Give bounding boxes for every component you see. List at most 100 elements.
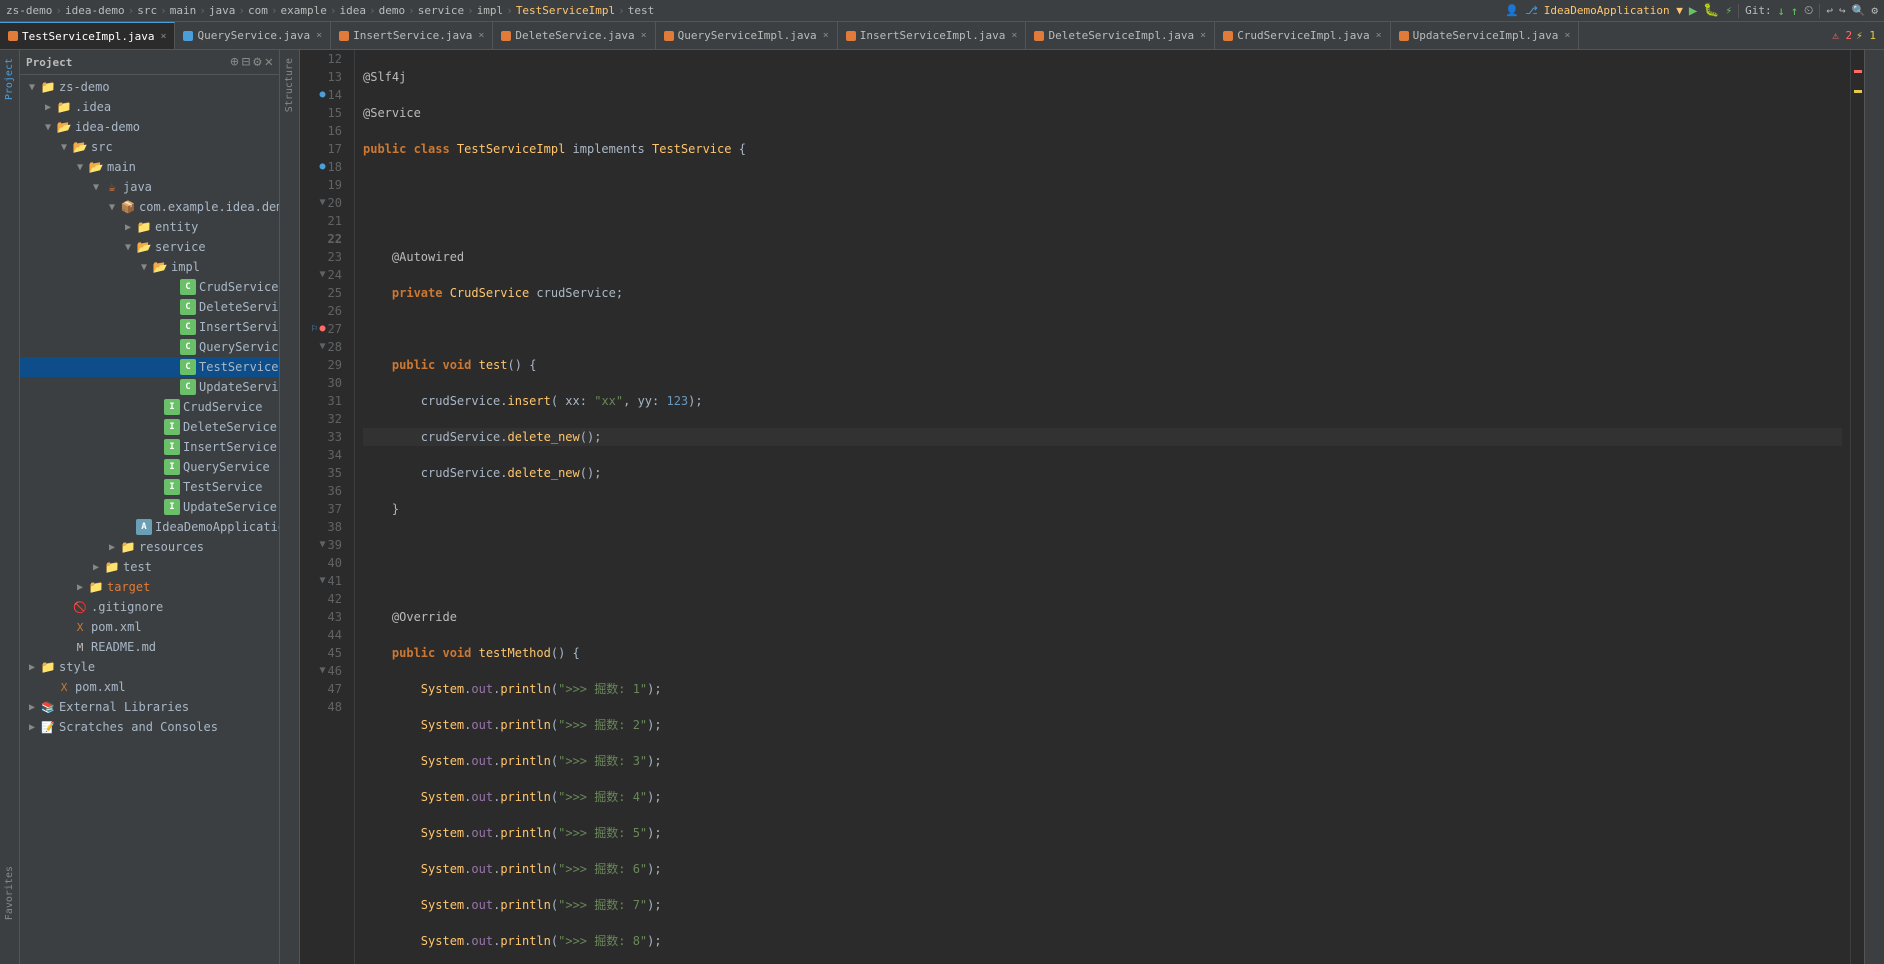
tree-item-insertservice[interactable]: ▶ I InsertService xyxy=(20,437,279,457)
tree-item-testserviceimpl[interactable]: ▶ C TestServiceImpl xyxy=(20,357,279,377)
tab-queryservice[interactable]: QueryService.java × xyxy=(175,22,331,49)
undo-button[interactable]: ↩ xyxy=(1826,4,1833,17)
tree-item-idea[interactable]: ▶ 📁 .idea xyxy=(20,97,279,117)
code-editor-content[interactable]: @Slf4j @Service public class TestService… xyxy=(355,50,1850,964)
tab-close-button[interactable]: × xyxy=(1376,30,1382,41)
tab-queryserviceimpl[interactable]: QueryServiceImpl.java × xyxy=(656,22,838,49)
user-icon[interactable]: 👤 xyxy=(1505,4,1519,17)
tab-close-button[interactable]: × xyxy=(160,31,166,42)
tab-deleteservice[interactable]: DeleteService.java × xyxy=(493,22,655,49)
tree-item-updateservice[interactable]: ▶ I UpdateService xyxy=(20,497,279,517)
tab-crudserviceimpl[interactable]: CrudServiceImpl.java × xyxy=(1215,22,1390,49)
editor-right-gutter xyxy=(1850,50,1864,964)
md-icon: M xyxy=(72,639,88,655)
project-tool-button[interactable]: Project xyxy=(2,54,17,104)
git-push-button[interactable]: ↑ xyxy=(1791,4,1798,18)
fold-marker-39[interactable]: ▼ xyxy=(320,536,326,554)
tree-item-deleteservice[interactable]: ▶ I DeleteService xyxy=(20,417,279,437)
sidebar-collapse-button[interactable]: ⊟ xyxy=(242,54,250,70)
tab-deleteserviceimpl[interactable]: DeleteServiceImpl.java × xyxy=(1026,22,1215,49)
java-file-icon xyxy=(664,31,674,41)
tree-item-testservice[interactable]: ▶ I TestService xyxy=(20,477,279,497)
tree-item-pom-xml[interactable]: ▶ X pom.xml xyxy=(20,617,279,637)
tree-item-com-example[interactable]: ▼ 📦 com.example.idea.demo xyxy=(20,197,279,217)
tree-item-impl[interactable]: ▼ 📂 impl xyxy=(20,257,279,277)
tab-close-button[interactable]: × xyxy=(316,30,322,41)
tab-close-button[interactable]: × xyxy=(1011,30,1017,41)
java-file-icon xyxy=(1223,31,1233,41)
sidebar-settings-button[interactable]: ⚙ xyxy=(253,54,261,70)
redo-button[interactable]: ↪ xyxy=(1839,4,1846,17)
tree-item-java[interactable]: ▼ ☕ java xyxy=(20,177,279,197)
tree-item-insertserviceimpl[interactable]: ▶ C InsertServiceImpl xyxy=(20,317,279,337)
tree-item-crudservice[interactable]: ▶ I CrudService xyxy=(20,397,279,417)
search-button[interactable]: 🔍 xyxy=(1852,4,1866,17)
tree-item-readme[interactable]: ▶ M README.md xyxy=(20,637,279,657)
tab-insertservice[interactable]: InsertService.java × xyxy=(331,22,493,49)
tab-close-button[interactable]: × xyxy=(823,30,829,41)
tab-updateserviceimpl[interactable]: UpdateServiceImpl.java × xyxy=(1391,22,1580,49)
tab-close-button[interactable]: × xyxy=(641,30,647,41)
tree-item-idea-demo[interactable]: ▼ 📂 idea-demo xyxy=(20,117,279,137)
tree-item-gitignore[interactable]: ▶ 🚫 .gitignore xyxy=(20,597,279,617)
code-line-34: System.out.println(">>> 掘数: 6"); xyxy=(363,860,1842,878)
tree-item-service[interactable]: ▼ 📂 service xyxy=(20,237,279,257)
folder-open-icon: 📂 xyxy=(88,159,104,175)
tree-item-queryserviceimpl[interactable]: ▶ C QueryServiceImpl xyxy=(20,337,279,357)
tree-item-target[interactable]: ▶ 📁 target xyxy=(20,577,279,597)
tree-item-scratches-consoles[interactable]: ▶ 📝 Scratches and Consoles xyxy=(20,717,279,737)
git-label: Git: xyxy=(1745,4,1772,17)
tree-item-external-libraries[interactable]: ▶ 📚 External Libraries xyxy=(20,697,279,717)
tree-item-entity[interactable]: ▶ 📁 entity xyxy=(20,217,279,237)
tree-item-zs-demo[interactable]: ▼ 📁 zs-demo xyxy=(20,77,279,97)
tab-close-button[interactable]: × xyxy=(1564,30,1570,41)
tree-item-updateserviceimpl[interactable]: ▶ C UpdateServiceImpl xyxy=(20,377,279,397)
settings-button[interactable]: ⚙ xyxy=(1871,4,1878,17)
code-line-28: public void testMethod() { xyxy=(363,644,1842,662)
tree-item-main[interactable]: ▼ 📂 main xyxy=(20,157,279,177)
tree-item-crudserviceimpl[interactable]: ▶ C CrudServiceImpl xyxy=(20,277,279,297)
tree-item-ideademoapplication[interactable]: ▶ A IdeaDemoApplication xyxy=(20,517,279,537)
fold-marker-28[interactable]: ▼ xyxy=(320,338,326,356)
code-line-30: System.out.println(">>> 掘数: 2"); xyxy=(363,716,1842,734)
tab-testserviceimpl[interactable]: TestServiceImpl.java × xyxy=(0,22,175,49)
tree-item-src[interactable]: ▼ 📂 src xyxy=(20,137,279,157)
tree-item-resources[interactable]: ▶ 📁 resources xyxy=(20,537,279,557)
fold-marker-24[interactable]: ▼ xyxy=(320,266,326,284)
interface-icon: I xyxy=(164,459,180,475)
folder-icon: 📁 xyxy=(40,79,56,95)
fold-marker-46[interactable]: ▼ xyxy=(320,662,326,680)
vcs-icon[interactable]: ⎇ xyxy=(1525,4,1538,17)
run-button[interactable]: ▶ xyxy=(1689,3,1697,19)
sidebar-new-button[interactable]: ⊕ xyxy=(230,54,238,70)
tree-item-queryservice[interactable]: ▶ I QueryService xyxy=(20,457,279,477)
git-history-button[interactable]: ⏲ xyxy=(1804,3,1813,18)
class-icon: C xyxy=(180,339,196,355)
app-selector[interactable]: IdeaDemoApplication ▼ xyxy=(1544,4,1683,17)
tree-item-style[interactable]: ▶ 📁 style xyxy=(20,657,279,677)
sidebar-title: Project xyxy=(26,56,72,69)
structure-tool-button[interactable]: Structure xyxy=(282,54,297,116)
git-update-button[interactable]: ↓ xyxy=(1778,4,1785,18)
code-line-36: System.out.println(">>> 掘数: 8"); xyxy=(363,932,1842,950)
tree-item-deleteserviceimpl[interactable]: ▶ C DeleteServiceImpl xyxy=(20,297,279,317)
tab-close-button[interactable]: × xyxy=(478,30,484,41)
favorites-tool-button[interactable]: Favorites xyxy=(2,862,17,924)
tab-insertserviceimpl[interactable]: InsertServiceImpl.java × xyxy=(838,22,1027,49)
gutter-annotate-18[interactable]: ● xyxy=(320,158,326,176)
run-coverage-button[interactable]: ⚡ xyxy=(1725,4,1732,17)
fold-marker-20[interactable]: ▼ xyxy=(320,194,326,212)
gutter-annotate-14[interactable]: ● xyxy=(320,86,326,104)
sidebar-close-button[interactable]: ✕ xyxy=(265,54,273,70)
tree-item-test[interactable]: ▶ 📁 test xyxy=(20,557,279,577)
fold-marker-41[interactable]: ▼ xyxy=(320,572,326,590)
tab-close-button[interactable]: × xyxy=(1200,30,1206,41)
folder-open-icon: 📂 xyxy=(152,259,168,275)
tree-item-style-pom[interactable]: ▶ X pom.xml xyxy=(20,677,279,697)
java-file-icon xyxy=(339,31,349,41)
gutter-bookmark-27[interactable]: ⚐ xyxy=(311,320,317,338)
line-num-18: 18 xyxy=(328,158,342,176)
java-file-icon xyxy=(183,31,193,41)
debug-button[interactable]: 🐛 xyxy=(1703,3,1719,18)
sidebar-header: Project ⊕ ⊟ ⚙ ✕ xyxy=(20,50,279,75)
